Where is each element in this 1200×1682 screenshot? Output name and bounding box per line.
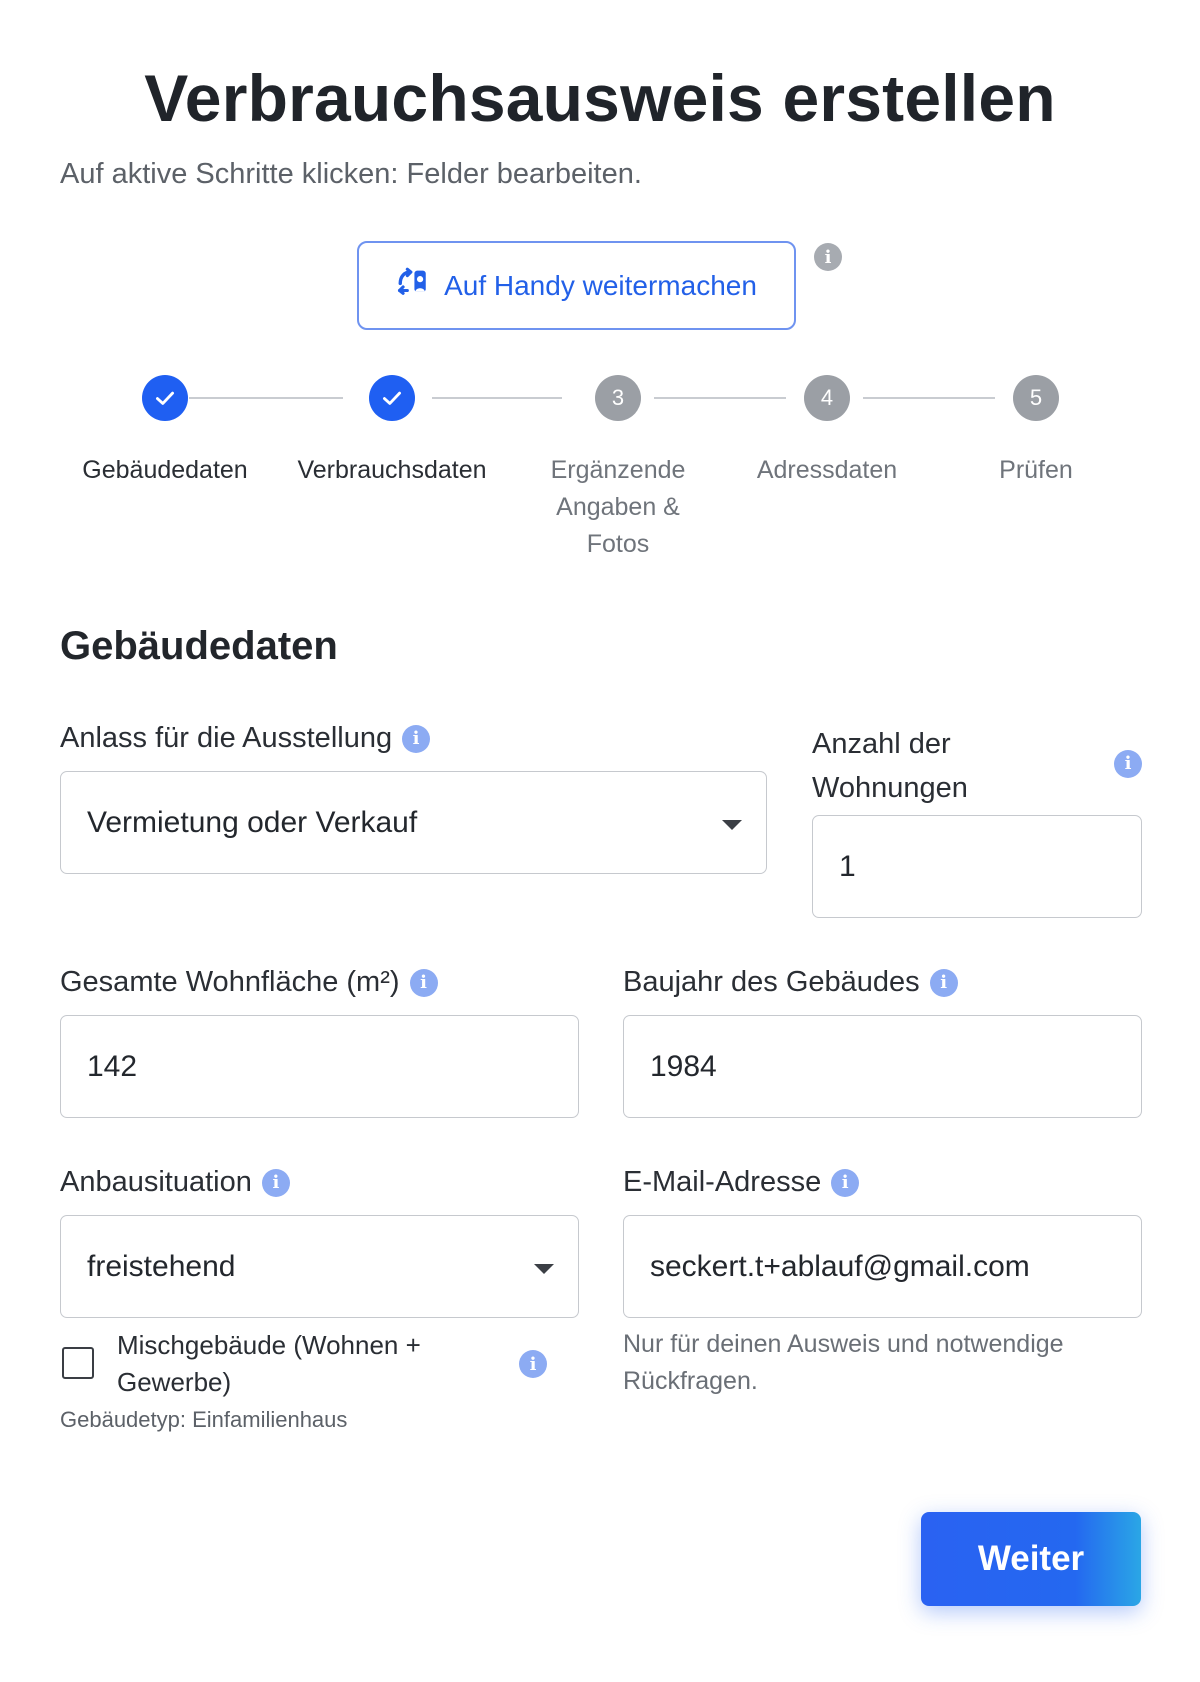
gebaeudetyp-note: Gebäudetyp: Einfamilienhaus: [60, 1407, 348, 1432]
info-icon[interactable]: i: [831, 1168, 860, 1197]
anbau-label: Anbausituation i: [60, 1166, 290, 1199]
mischgebaeude-label[interactable]: Mischgebäude (Wohnen + Gewerbe): [117, 1327, 477, 1401]
wohnungen-input[interactable]: 1: [812, 815, 1142, 918]
chevron-down-icon: [534, 1264, 554, 1274]
step-1-label[interactable]: Gebäudedaten: [50, 452, 280, 489]
check-icon: [156, 391, 174, 405]
info-icon[interactable]: i: [402, 724, 431, 753]
wohnflaeche-label: Gesamte Wohnfläche (m²) i: [60, 966, 438, 999]
info-icon[interactable]: i: [929, 968, 958, 997]
step-3-label: Ergänzende Angaben & Fotos: [550, 456, 686, 558]
email-help-text: Nur für deinen Ausweis und notwendige Rü…: [623, 1330, 1064, 1395]
next-button[interactable]: Weiter: [921, 1512, 1141, 1606]
step-3-circle: 3: [595, 375, 641, 421]
step-2-label[interactable]: Verbrauchsdaten: [277, 452, 507, 489]
section-title: Gebäudedaten: [60, 624, 338, 668]
email-label: E-Mail-Adresse i: [623, 1166, 860, 1199]
step-1-circle[interactable]: [142, 375, 188, 421]
form-card: Verbrauchsausweis erstellen Auf aktive S…: [0, 0, 1200, 1682]
anlass-select[interactable]: Vermietung oder Verkauf: [60, 771, 767, 874]
stepper-connector: [654, 397, 786, 399]
phone-sync-icon: [396, 265, 430, 306]
anlass-label: Anlass für die Ausstellung i: [60, 722, 431, 755]
email-input[interactable]: seckert.t+ablauf@gmail.com: [623, 1215, 1142, 1318]
info-icon[interactable]: i: [1114, 750, 1142, 778]
stepper-connector: [432, 397, 562, 399]
mischgebaeude-checkbox[interactable]: [62, 1347, 94, 1379]
step-5-circle: 5: [1013, 375, 1059, 421]
stepper-connector: [189, 397, 343, 399]
info-icon[interactable]: i: [409, 968, 438, 997]
chevron-down-icon: [722, 820, 742, 830]
anbau-select[interactable]: freistehend: [60, 1215, 579, 1318]
baujahr-input[interactable]: 1984: [623, 1015, 1142, 1118]
step-5-label: Prüfen: [999, 456, 1073, 484]
page-title: Verbrauchsausweis erstellen: [144, 61, 1056, 135]
info-icon[interactable]: i: [814, 243, 842, 271]
baujahr-label: Baujahr des Gebäudes i: [623, 966, 958, 999]
step-4-circle: 4: [804, 375, 850, 421]
wohnflaeche-input[interactable]: 142: [60, 1015, 579, 1118]
wohnungen-label: Anzahl der Wohnungen i: [812, 722, 1142, 810]
continue-on-phone-button[interactable]: Auf Handy weitermachen: [357, 241, 796, 330]
continue-on-phone-label: Auf Handy weitermachen: [444, 269, 757, 301]
stepper-connector: [863, 397, 995, 399]
step-4-label: Adressdaten: [756, 456, 898, 484]
info-icon[interactable]: i: [261, 1168, 290, 1197]
step-2-circle[interactable]: [369, 375, 415, 421]
page-subtitle: Auf aktive Schritte klicken: Felder bear…: [60, 158, 642, 190]
info-icon[interactable]: i: [519, 1350, 547, 1378]
check-icon: [383, 391, 401, 405]
